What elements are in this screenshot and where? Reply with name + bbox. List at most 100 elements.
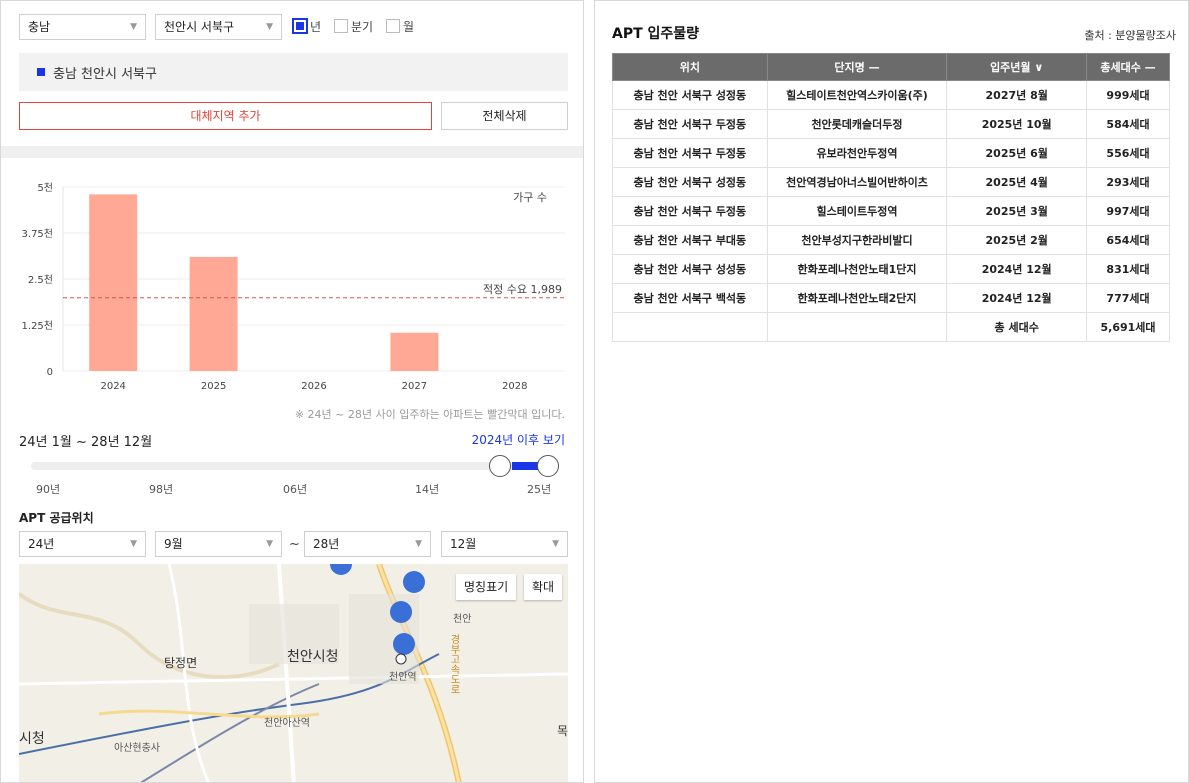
- cell-move-in-date: 2025년 4월: [946, 167, 1088, 197]
- header-location[interactable]: 위치: [612, 53, 768, 81]
- period-month-label: 월: [403, 19, 415, 34]
- cell-total-units: 293세대: [1086, 167, 1170, 197]
- section-divider: [1, 146, 583, 158]
- from-year-value: 24년: [28, 537, 55, 551]
- map-label: 아산현충사: [114, 743, 160, 754]
- delete-all-button[interactable]: 전체삭제: [441, 102, 568, 130]
- cell-complex: 힐스테이트두정역: [766, 196, 948, 226]
- map-label: 천안시청: [287, 649, 339, 665]
- x-tick-label: 2028: [502, 381, 527, 392]
- cell-location: 충남 천안 서북구 성성동: [612, 254, 768, 284]
- chart-note: ※ 24년 ~ 28년 사이 입주하는 아파트는 빨간막대 입니다.: [294, 408, 565, 421]
- year-range-slider-track[interactable]: [31, 462, 559, 470]
- x-tick-label: 2026: [301, 381, 326, 392]
- slider-tick: 06년: [283, 483, 308, 496]
- cell-total-units: 556세대: [1086, 138, 1170, 168]
- header-move-in-date[interactable]: 입주년월 ∨: [946, 53, 1088, 81]
- selected-region-label: 충남 천안시 서북구: [53, 66, 157, 82]
- bar-2027[interactable]: [390, 332, 439, 371]
- slider-tick: 90년: [36, 483, 61, 496]
- table-row[interactable]: 충남 천안 서북구 성정동 천안역경남아너스빌어반하이츠 2025년 4월 293세대: [612, 167, 1170, 197]
- table-header-row: 위치 단지명 — 입주년월 ∨ 총세대수 —: [612, 53, 1170, 81]
- map-label: 목: [557, 724, 568, 738]
- from-year-select[interactable]: 24년 ▼: [19, 531, 146, 557]
- cell-complex: 천안부성지구한라비발디: [766, 225, 948, 255]
- to-year-select[interactable]: 28년 ▼: [304, 531, 431, 557]
- table-row[interactable]: 충남 천안 서북구 두정동 힐스테이트두정역 2025년 3월 997세대: [612, 196, 1170, 226]
- table-title: APT 입주물량: [612, 26, 700, 42]
- chevron-down-icon: ▼: [130, 22, 137, 32]
- chart-svg: 0 1.25천 2.5천 3.75천 5천 2024 2025 2026 2027 2028 적…: [22, 182, 565, 392]
- period-year-checkbox[interactable]: 년: [292, 18, 322, 34]
- empty-cell: [766, 312, 948, 342]
- table-row[interactable]: 충남 천안 서북구 부대동 천안부성지구한라비발디 2025년 2월 654세대: [612, 225, 1170, 255]
- cell-complex: 천안롯데캐슬더두정: [766, 109, 948, 139]
- cell-location: 충남 천안 서북구 두정동: [612, 109, 768, 139]
- table-row[interactable]: 충남 천안 서북구 성정동 힐스테이트천안역스카이움(주) 2027년 8월 999세…: [612, 80, 1170, 110]
- map-label: 천안아산역: [264, 718, 310, 729]
- header-total-units[interactable]: 총세대수 —: [1086, 53, 1170, 81]
- name-toggle-button[interactable]: 명칭표기: [456, 574, 517, 600]
- period-month-checkbox[interactable]: 월: [386, 18, 414, 34]
- cell-location: 충남 천안 서북구 부대동: [612, 225, 768, 255]
- map-label: 경부고속도로: [448, 634, 459, 694]
- slider-start-handle[interactable]: [489, 455, 511, 477]
- to-month-value: 12월: [450, 537, 477, 551]
- from-month-select[interactable]: 9월 ▼: [155, 531, 282, 557]
- chevron-down-icon: ▼: [552, 539, 559, 549]
- chevron-down-icon: ▼: [266, 22, 273, 32]
- y-tick-label: 0: [47, 367, 53, 378]
- view-after-2024-link[interactable]: 2024년 이후 보기: [472, 431, 565, 448]
- cell-move-in-date: 2024년 12월: [946, 254, 1088, 284]
- province-select[interactable]: 충남 ▼: [19, 14, 146, 40]
- x-tick-label: 2024: [100, 381, 125, 392]
- cell-total-units: 999세대: [1086, 80, 1170, 110]
- chart-series-label: 가구 수: [513, 191, 547, 204]
- chevron-down-icon: ▼: [130, 539, 137, 549]
- map-label: 천안역: [389, 672, 417, 683]
- cell-total-units: 831세대: [1086, 254, 1170, 284]
- slider-end-handle[interactable]: [537, 455, 559, 477]
- slider-tick: 14년: [415, 483, 440, 496]
- right-panel: APT 입주물량 출처 : 분양물량조사 위치 단지명 — 입주년월 ∨ 총세대…: [594, 0, 1189, 783]
- map-label: 시청: [19, 731, 45, 747]
- bar-2025[interactable]: [189, 256, 238, 371]
- bar-2024[interactable]: [89, 194, 138, 371]
- total-value: 5,691세대: [1086, 312, 1170, 342]
- header-complex[interactable]: 단지명 —: [766, 53, 948, 81]
- chevron-down-icon: ▼: [266, 539, 273, 549]
- cell-total-units: 777세대: [1086, 283, 1170, 313]
- checkbox-icon: [386, 19, 400, 33]
- range-label: 24년 1월 ~ 28년 12월: [19, 435, 153, 450]
- move-in-table: 위치 단지명 — 입주년월 ∨ 총세대수 — 충남 천안 서북구 성정동 힐스테이…: [612, 53, 1170, 342]
- to-year-value: 28년: [313, 537, 340, 551]
- y-tick-label: 1.25천: [22, 320, 53, 332]
- to-month-select[interactable]: 12월 ▼: [441, 531, 568, 557]
- region-square-icon: [37, 68, 45, 76]
- table-row[interactable]: 충남 천안 서북구 성성동 한화포레나천안노태1단지 2024년 12월 831세대: [612, 254, 1170, 284]
- range-separator: ~: [289, 537, 300, 552]
- cell-total-units: 584세대: [1086, 109, 1170, 139]
- cell-location: 충남 천안 서북구 두정동: [612, 138, 768, 168]
- city-select[interactable]: 천안시 서북구 ▼: [155, 14, 282, 40]
- cell-location: 충남 천안 서북구 성정동: [612, 80, 768, 110]
- period-year-label: 년: [310, 19, 322, 34]
- table-row[interactable]: 충남 천안 서북구 두정동 유보라천안두정역 2025년 6월 556세대: [612, 138, 1170, 168]
- period-quarter-checkbox[interactable]: 분기: [334, 18, 373, 34]
- checkbox-checked-icon: [292, 18, 308, 34]
- table-row[interactable]: 충남 천안 서북구 두정동 천안롯데캐슬더두정 2025년 10월 584세대: [612, 109, 1170, 139]
- cell-location: 충남 천안 서북구 두정동: [612, 196, 768, 226]
- y-tick-label: 5천: [37, 182, 53, 194]
- supply-map[interactable]: 명칭표기 확대 천안시청 탕정면 천안역 천안아산역 아산현충사 시청 경부고속…: [19, 564, 568, 782]
- slider-tick: 98년: [149, 483, 174, 496]
- table-total-row: 총 세대수 5,691세대: [612, 312, 1170, 342]
- map-label: 탕정면: [164, 656, 198, 670]
- add-alt-region-button[interactable]: 대체지역 추가: [19, 102, 432, 130]
- zoom-button[interactable]: 확대: [524, 574, 563, 600]
- city-value: 천안시 서북구: [164, 20, 235, 34]
- supply-chart: 0 1.25천 2.5천 3.75천 5천 2024 2025 2026 2027 2028 적…: [1, 171, 583, 401]
- cell-location: 충남 천안 서북구 성정동: [612, 167, 768, 197]
- cell-total-units: 997세대: [1086, 196, 1170, 226]
- table-row[interactable]: 충남 천안 서북구 백석동 한화포레나천안노태2단지 2024년 12월 777세대: [612, 283, 1170, 313]
- province-value: 충남: [28, 20, 51, 34]
